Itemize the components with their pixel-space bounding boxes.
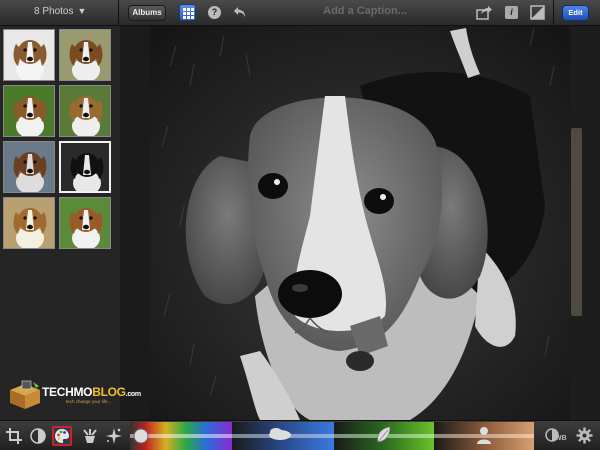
grid-view-button[interactable] bbox=[179, 4, 196, 21]
thumbnail-image bbox=[60, 198, 110, 248]
saturation-slider bbox=[130, 422, 232, 450]
question-icon: ? bbox=[211, 7, 218, 17]
toolbar-divider bbox=[553, 0, 554, 26]
thumbnail-image bbox=[4, 142, 54, 192]
scrollbar-handle[interactable] bbox=[571, 128, 582, 316]
share-icon bbox=[476, 6, 492, 20]
compare-button[interactable] bbox=[530, 5, 545, 25]
albums-button[interactable]: Albums bbox=[128, 5, 166, 21]
triangle-down-icon: ▼ bbox=[77, 6, 87, 16]
photo-thumbnail[interactable] bbox=[3, 85, 55, 137]
photos-count-label: 8 Photos bbox=[34, 6, 74, 17]
photo-thumbnail[interactable] bbox=[59, 29, 111, 81]
watermark-title-main: TECHMO bbox=[42, 385, 93, 399]
top-toolbar: 8 Photos ▼ Albums ? Add a Caption... i Ed… bbox=[0, 0, 600, 26]
effects-tool-button[interactable] bbox=[104, 426, 124, 446]
skin-tone-strip[interactable] bbox=[434, 422, 534, 450]
white-balance-button[interactable]: WB bbox=[544, 426, 568, 450]
info-button[interactable]: i bbox=[505, 6, 518, 19]
toolbar-divider bbox=[118, 0, 119, 26]
watermark-tagline: tech change your life... bbox=[66, 399, 112, 404]
greenery-strip[interactable] bbox=[334, 422, 434, 450]
skin-tone-slider bbox=[434, 422, 534, 450]
grid-icon bbox=[183, 8, 194, 19]
adjust-exposure-icon bbox=[30, 428, 46, 444]
caption-field[interactable]: Add a Caption... bbox=[290, 5, 440, 17]
saturation-strip[interactable] bbox=[130, 422, 232, 450]
brushes-icon bbox=[83, 429, 97, 443]
thumbnail-image bbox=[4, 198, 54, 248]
exposure-tool-button[interactable] bbox=[28, 426, 48, 446]
info-icon: i bbox=[510, 7, 513, 17]
thumbnail-image bbox=[4, 30, 54, 80]
crop-tool-button[interactable] bbox=[4, 426, 24, 446]
help-button[interactable]: ? bbox=[208, 6, 221, 19]
settings-button[interactable] bbox=[576, 427, 593, 449]
thumbnail-image bbox=[61, 143, 109, 191]
photo-thumbnail[interactable] bbox=[59, 141, 111, 193]
photo-thumbnail[interactable] bbox=[59, 85, 111, 137]
watermark-title-suffix: .com bbox=[125, 391, 141, 398]
undo-button[interactable] bbox=[233, 5, 249, 25]
effects-icon bbox=[106, 428, 122, 444]
photo-thumbnail[interactable] bbox=[3, 29, 55, 81]
crop-icon bbox=[6, 428, 22, 444]
photo-thumbnail[interactable] bbox=[59, 197, 111, 249]
techmoblog-watermark: TECHMOBLOG.com tech change your life... bbox=[8, 378, 148, 412]
photo-thumbnail[interactable] bbox=[3, 197, 55, 249]
beagle-photo-image bbox=[150, 26, 570, 420]
undo-icon bbox=[234, 7, 246, 17]
color-palette-icon bbox=[55, 429, 69, 443]
share-button[interactable] bbox=[476, 5, 492, 25]
photos-count-dropdown[interactable]: 8 Photos ▼ bbox=[34, 6, 86, 17]
compare-icon bbox=[530, 5, 545, 20]
person-icon bbox=[480, 427, 488, 435]
edit-button[interactable]: Edit bbox=[562, 5, 589, 21]
watermark-title-accent: BLOG bbox=[92, 385, 126, 399]
blue-sky-strip[interactable] bbox=[232, 422, 334, 450]
thumbnail-image bbox=[60, 86, 110, 136]
thumbnail-image bbox=[4, 86, 54, 136]
gear-icon bbox=[576, 427, 593, 444]
greenery-slider bbox=[334, 422, 434, 450]
main-photo[interactable] bbox=[150, 26, 570, 420]
thumbnail-image bbox=[60, 30, 110, 80]
photo-thumbnail[interactable] bbox=[3, 141, 55, 193]
bottom-toolbar: WB bbox=[0, 420, 600, 450]
sidebar-gutter bbox=[120, 26, 150, 420]
color-tool-button[interactable] bbox=[52, 426, 72, 446]
brushes-tool-button[interactable] bbox=[80, 426, 100, 446]
blue-sky-slider bbox=[232, 422, 334, 450]
watermark-title: TECHMOBLOG.com bbox=[42, 385, 141, 399]
white-balance-label: WB bbox=[555, 435, 567, 442]
sphere-icon bbox=[133, 428, 149, 444]
box-logo-icon bbox=[10, 380, 40, 409]
